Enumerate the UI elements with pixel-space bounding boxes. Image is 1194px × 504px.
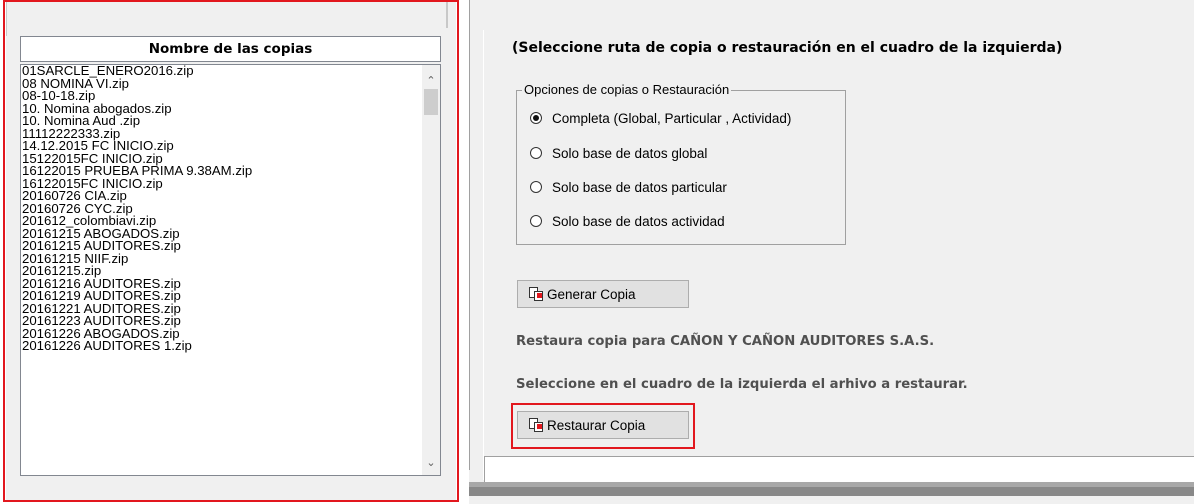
- panel-divider-highlight: [483, 30, 484, 480]
- radio-label: Solo base de datos global: [552, 145, 708, 161]
- radio-button[interactable]: [530, 147, 542, 159]
- restore-target-text: Restaura copia para CAÑON Y CAÑON AUDITO…: [516, 334, 935, 349]
- restaurar-highlight-box: [511, 403, 695, 449]
- radio-label: Completa (Global, Particular , Actividad…: [552, 110, 792, 126]
- left-panel-highlight-box: [3, 0, 459, 502]
- radio-label: Solo base de datos actividad: [552, 213, 725, 229]
- button-label: Generar Copia: [547, 286, 636, 302]
- radio-actividad[interactable]: Solo base de datos actividad: [530, 211, 725, 231]
- radio-particular[interactable]: Solo base de datos particular: [530, 177, 727, 197]
- options-groupbox-legend: Opciones de copias o Restauración: [522, 82, 732, 97]
- generar-copia-button[interactable]: Generar Copia: [517, 280, 689, 308]
- bottom-edge-highlight: [469, 482, 1194, 487]
- radio-button[interactable]: [530, 112, 542, 124]
- status-field: [484, 456, 1194, 482]
- panel-divider: [469, 0, 470, 470]
- radio-label: Solo base de datos particular: [552, 179, 727, 195]
- radio-button[interactable]: [530, 215, 542, 227]
- copy-document-icon: [528, 286, 544, 302]
- restore-instruction-text: Seleccione en el cuadro de la izquierda …: [516, 377, 968, 392]
- radio-global[interactable]: Solo base de datos global: [530, 143, 707, 163]
- radio-button[interactable]: [530, 181, 542, 193]
- instruction-text: (Seleccione ruta de copia o restauración…: [512, 40, 1063, 56]
- radio-completa[interactable]: Completa (Global, Particular , Actividad…: [530, 108, 791, 128]
